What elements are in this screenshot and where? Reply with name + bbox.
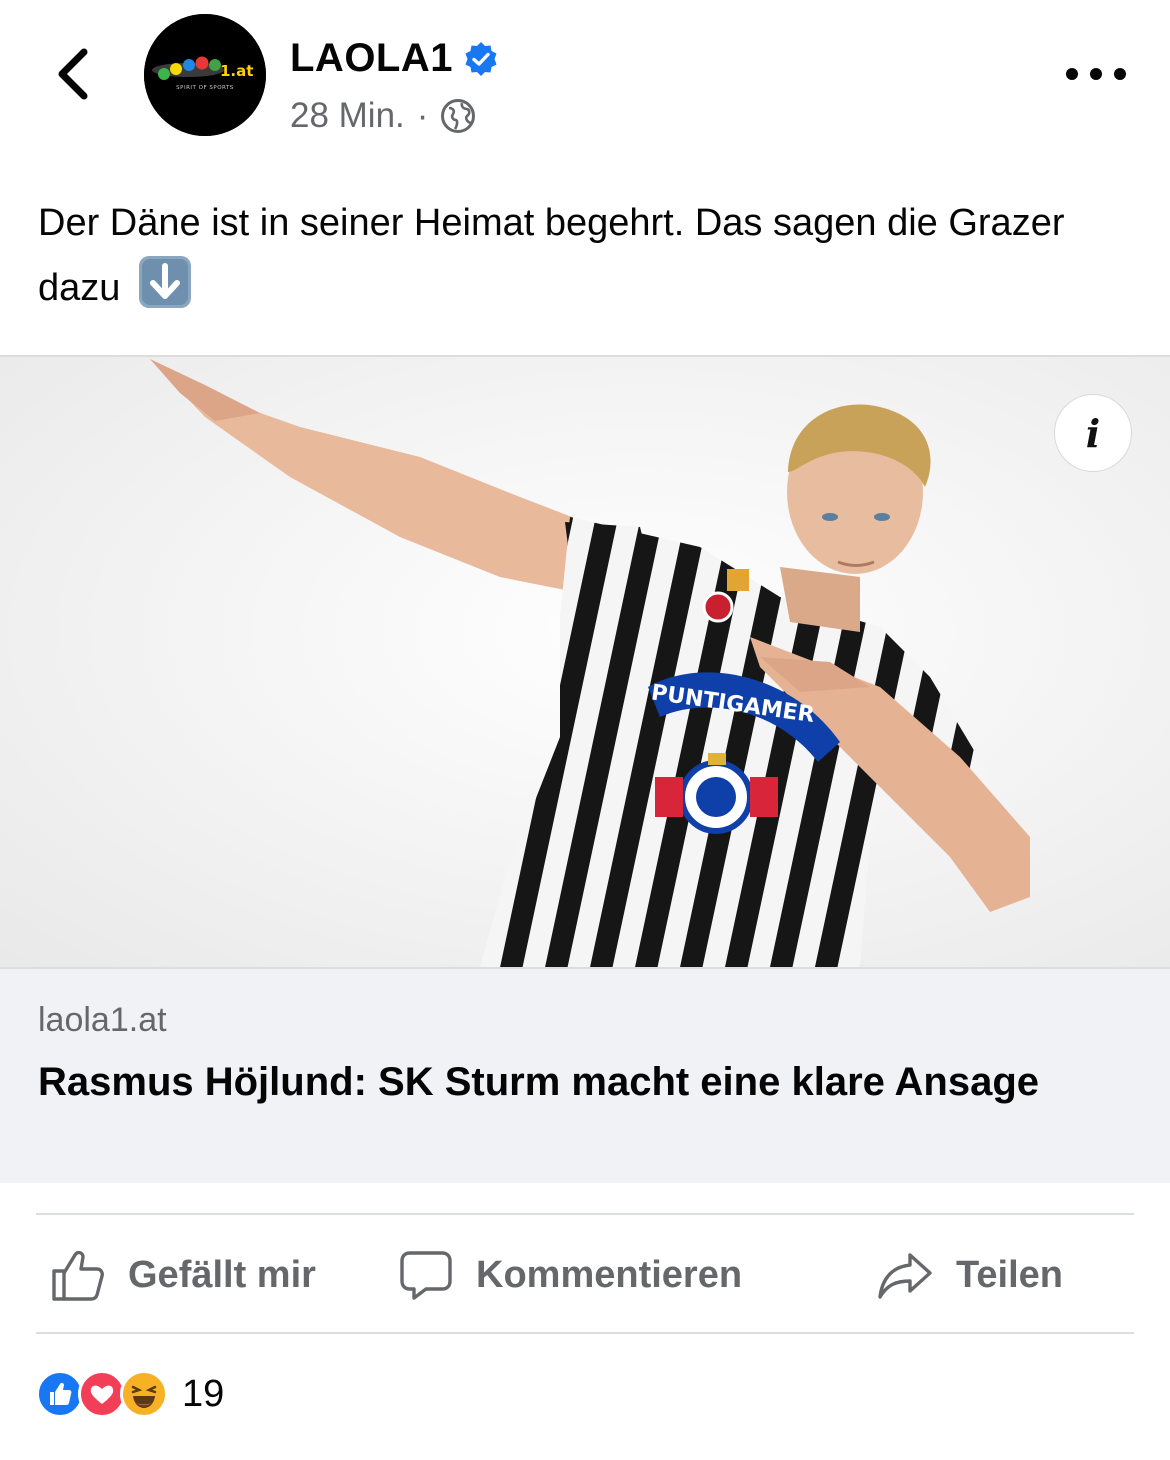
link-meta[interactable]: laola1.at Rasmus Höjlund: SK Sturm macht… [0,967,1170,1183]
meta-separator: · [416,96,429,135]
link-preview-card[interactable]: PUNTIGAMER i laola1.at Rasmus Höjlund: S… [0,355,1170,1183]
verified-badge-icon [465,41,497,76]
post-header: 1.at SPIRIT OF SPORTS LAOLA1 28 Min. · [0,0,1170,160]
more-horizontal-icon [1066,68,1078,80]
back-button[interactable] [40,42,104,106]
action-bar: Gefällt mir Kommentieren Teilen [0,1216,1170,1334]
link-domain: laola1.at [38,1001,167,1039]
page-name-row: LAOLA1 [290,36,499,81]
actions-divider-top [36,1213,1134,1215]
post-time[interactable]: 28 Min. [290,96,405,136]
link-preview-image[interactable]: PUNTIGAMER i [0,357,1170,967]
like-reaction-icon [36,1370,84,1418]
chevron-left-icon [58,48,88,100]
actions-divider-bottom [36,1332,1134,1334]
comment-label: Kommentieren [476,1253,743,1296]
reaction-count: 19 [182,1372,225,1415]
player-photo: PUNTIGAMER [0,357,1170,967]
svg-text:1.at: 1.at [220,62,253,80]
comment-button[interactable]: Kommentieren [398,1216,742,1334]
page-name[interactable]: LAOLA1 [290,36,453,81]
share-icon [878,1253,932,1299]
arrow-down-emoji [138,256,191,308]
haha-reaction-icon [120,1370,168,1418]
post-text: Der Däne ist in seiner Heimat begehrt. D… [38,192,1138,319]
thumbs-up-icon [52,1250,104,1301]
like-button[interactable]: Gefällt mir [50,1216,316,1334]
avatar-tagline: SPIRIT OF SPORTS [176,85,234,91]
share-label: Teilen [956,1253,1063,1296]
laola1-logo: 1.at SPIRIT OF SPORTS [144,14,266,136]
more-options-button[interactable] [1066,56,1126,92]
comment-icon [400,1251,452,1300]
post-meta: 28 Min. · [290,96,476,136]
share-button[interactable]: Teilen [876,1216,1063,1334]
link-title: Rasmus Höjlund: SK Sturm macht eine klar… [38,1060,1039,1104]
love-reaction-icon [78,1370,126,1418]
reactions-summary[interactable]: 19 [36,1370,224,1418]
like-label: Gefällt mir [128,1253,316,1296]
globe-icon [441,99,476,133]
info-button[interactable]: i [1054,394,1132,472]
page-avatar[interactable]: 1.at SPIRIT OF SPORTS [144,14,266,136]
